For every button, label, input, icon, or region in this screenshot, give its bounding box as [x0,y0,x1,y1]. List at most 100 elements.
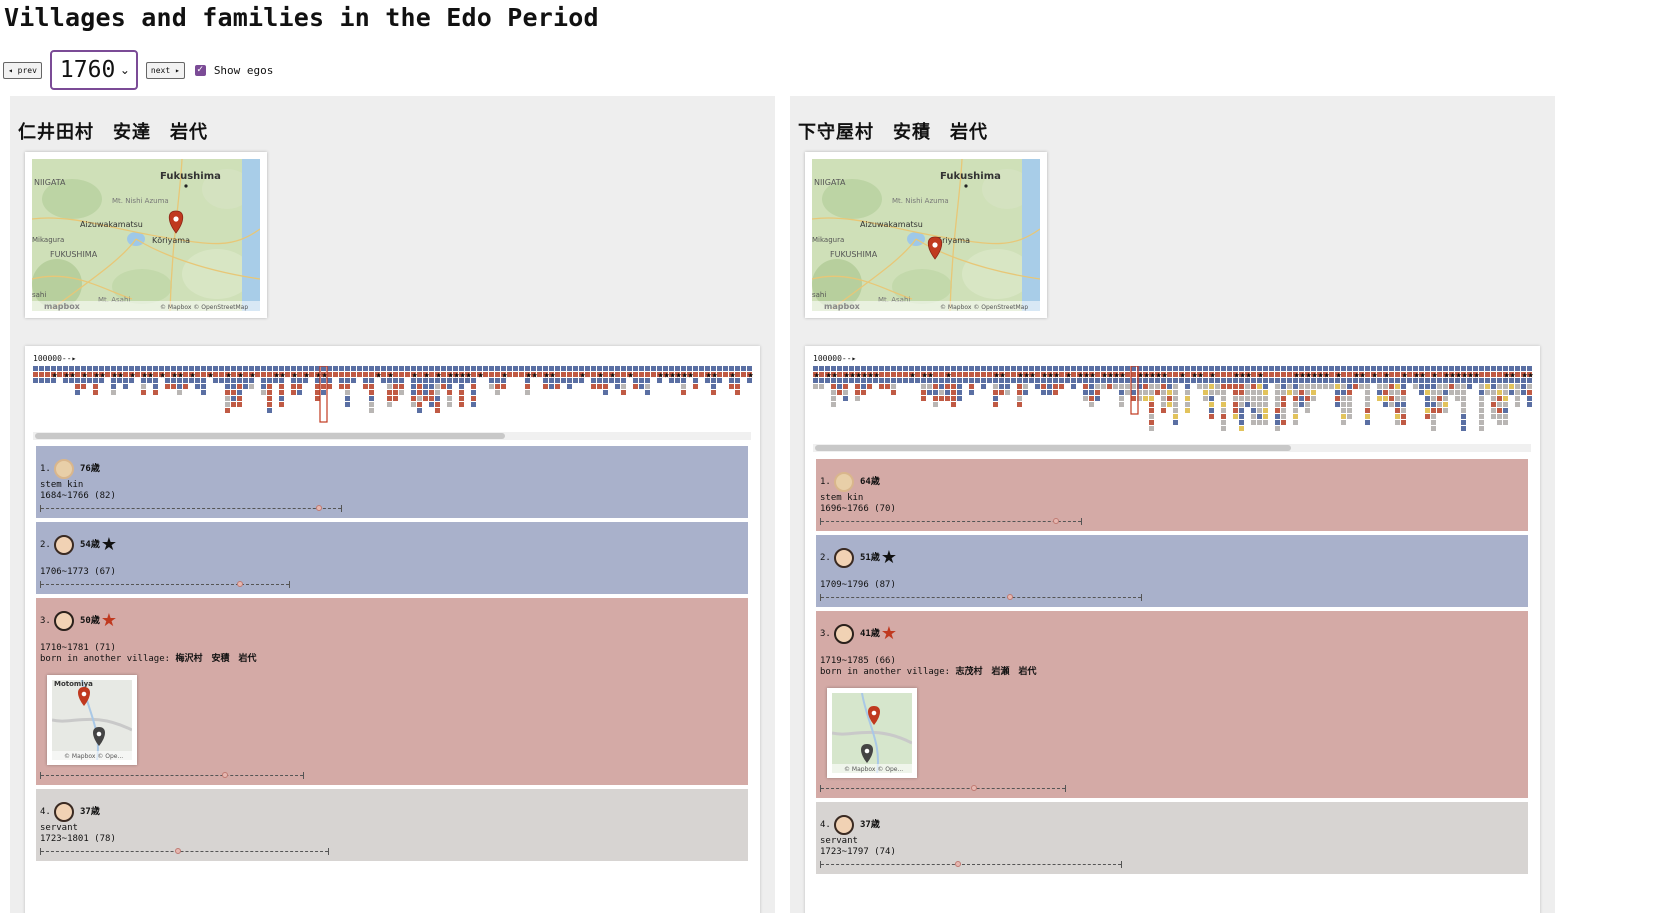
timeline-scrollbar[interactable] [33,432,751,440]
household-cell [1365,396,1370,401]
household-cell [1503,402,1508,407]
household-cell [165,378,170,383]
household-cell [285,372,290,377]
household-cell [1263,396,1268,401]
household-cell [591,384,596,389]
household-cell [591,372,596,377]
household-cell [69,366,74,371]
birth-village[interactable]: 梅沢村 安積 岩代 [175,654,256,664]
household-cell [1017,402,1022,407]
member-card[interactable]: 3. 50歳 ★ 1710~1781 (71) born in another vil… [36,598,748,785]
member-card[interactable]: 1. 64歳 stem kin 1696~1766 (70) [816,459,1528,531]
household-cell [1179,378,1184,383]
household-cell [1275,366,1280,371]
household-cell [1131,390,1136,395]
household-cell [33,366,38,371]
household-cell [201,384,206,389]
birth-village-map[interactable]: © Mapbox © Ope... [827,688,917,778]
household-cell [1065,366,1070,371]
map-label: Mikagura [812,236,844,244]
household-cell [1197,366,1202,371]
household-cell [429,372,434,377]
household-cell [429,378,434,383]
household-cell [1359,384,1364,389]
scrollbar-thumb[interactable] [815,445,1291,451]
household-cell [1251,408,1256,413]
member-card[interactable]: 3. 41歳 ★ 1719~1785 (66) born in another vil… [816,611,1528,798]
household-timeline[interactable]: ★ ★ ★ ★ ★ ★ ★ ★ ★ ★ ★ ★ ★ ★ ★ ★ ★ ★ ★ ★ ★ ★ ★ ★ ★ ★ ★ ★ ★ ★ ★ ★ ★ ★ ★ ★ ★ ★ ★ ★… [33,366,753,432]
year-select[interactable]: 1760 ⌄ [49,50,138,90]
household-cell [1221,426,1226,431]
household-cell [297,378,302,383]
birth-village-map[interactable]: Motomiya © Mapbox © Ope... [47,675,137,765]
household-cell [1365,384,1370,389]
household-cell [969,390,974,395]
household-cell [141,384,146,389]
scrollbar-thumb[interactable] [35,433,505,439]
household-cell [1149,408,1154,413]
household-cell [1335,378,1340,383]
household-cell [1395,396,1400,401]
household-cell [837,378,842,383]
household-timeline[interactable]: ★ ★ ★ ★ ★ ★ ★ ★ ★ ★ ★ ★ ★ ★ ★ ★ ★ ★ ★ ★ ★ ★ ★ ★ ★ ★ ★ ★ ★ ★ ★ ★ ★ ★ ★ ★ ★ ★ ★ ★… [813,366,1533,446]
household-cell [645,366,650,371]
show-egos-checkbox[interactable]: ✓ [194,64,206,76]
household-cell [1425,366,1430,371]
timeline-scrollbar[interactable] [813,444,1531,452]
household-cell [1377,390,1382,395]
birth-village[interactable]: 志茂村 岩瀬 岩代 [955,667,1036,677]
household-cell [1383,378,1388,383]
lifespan-end [1065,785,1066,792]
member-card[interactable]: 2. 54歳 ★ 1706~1773 (67) [36,522,748,594]
household-cell [1443,390,1448,395]
household-cell [231,384,236,389]
household-cell [1287,378,1292,383]
household-cell [675,366,680,371]
household-cell [171,366,176,371]
household-cell [1401,420,1406,425]
household-cell [1431,408,1436,413]
household-cell [1527,396,1532,401]
household-cell [1365,372,1370,377]
household-cell [933,378,938,383]
household-cell [195,372,200,377]
household-cell [1239,408,1244,413]
next-button[interactable]: next ▸ [145,61,185,79]
household-cell [1221,414,1226,419]
member-card[interactable]: 1. 76歳 stem kin 1684~1766 (82) [36,446,748,518]
household-cell [1221,372,1226,377]
ego-star-icon: ★ [628,372,634,380]
household-cell [1095,384,1100,389]
member-number: 3. [40,615,51,626]
household-cell [1257,414,1262,419]
household-cell [1167,372,1172,377]
household-cell [735,384,740,389]
member-card[interactable]: 2. 51歳 ★ 1709~1796 (87) [816,535,1528,607]
household-cell [1233,414,1238,419]
household-cell [867,378,872,383]
household-cell [1209,396,1214,401]
household-cell [669,378,674,383]
household-cell [957,384,962,389]
household-cell [1299,384,1304,389]
member-header: 4. 37歳 [40,801,744,823]
household-cell [1509,390,1514,395]
prev-button[interactable]: ◂ prev [3,61,42,79]
member-card[interactable]: 4. 37歳 servant 1723~1801 (78) [36,789,748,861]
member-number: 1. [820,476,831,487]
household-cell [645,378,650,383]
household-cell [1239,396,1244,401]
household-cell [1485,384,1490,389]
village-map[interactable]: NIIGATA Fukushima Mt. Nishi Azuma Aizuwakam… [25,152,267,318]
member-number: 4. [40,806,51,817]
household-cell [1287,366,1292,371]
household-cell [891,378,896,383]
household-cell [945,396,950,401]
household-cell [1479,426,1484,431]
member-card[interactable]: 4. 37歳 servant 1723~1797 (74) [816,802,1528,874]
ego-star-icon: ★ [532,372,538,380]
village-map[interactable]: NIIGATA Fukushima Mt. Nishi Azuma Aizuwakam… [805,152,1047,318]
household-cell [111,390,116,395]
household-cell [213,378,218,383]
household-cell [1095,396,1100,401]
